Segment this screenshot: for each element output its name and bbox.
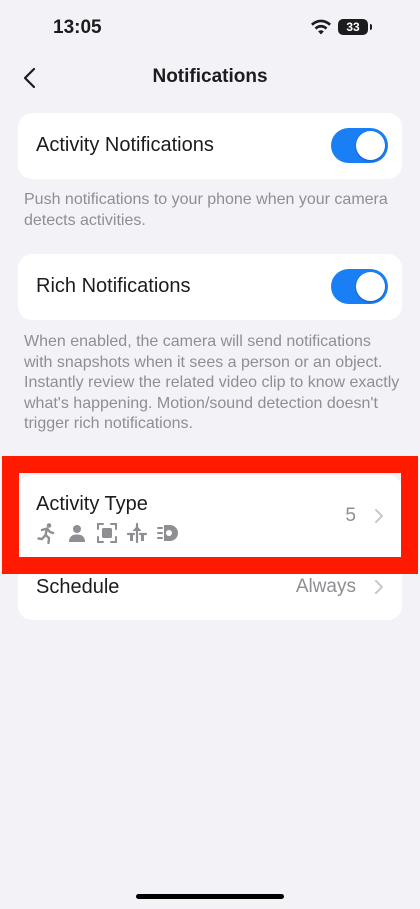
schedule-label: Schedule (36, 576, 120, 598)
status-bar: 13:05 33 (0, 0, 420, 56)
page-title: Notifications (152, 66, 268, 87)
activity-type-icons (36, 522, 178, 544)
chevron-right-icon (375, 509, 383, 523)
nav-bar: Notifications (0, 56, 420, 100)
schedule-value: Always (295, 576, 356, 597)
activity-notifications-help: Push notifications to your phone when yo… (24, 191, 388, 229)
activity-notifications-toggle[interactable] (331, 128, 388, 163)
sound-icon (157, 525, 178, 541)
battery-level: 33 (346, 20, 360, 34)
activity-settings-card: Activity Type 5 Schedule Always (18, 475, 402, 620)
rich-notifications-help: When enabled, the camera will send notif… (24, 333, 400, 432)
motion-icon (37, 523, 55, 544)
person-icon (69, 525, 85, 542)
toggle-knob (356, 272, 385, 301)
schedule-row[interactable]: Schedule Always (18, 558, 402, 620)
object-icon (97, 523, 117, 543)
wifi-icon (311, 19, 331, 35)
activity-type-row[interactable]: Activity Type 5 (18, 475, 402, 557)
activity-notifications-card: Activity Notifications (18, 113, 402, 179)
status-time: 13:05 (53, 17, 102, 38)
toggle-knob (356, 131, 385, 160)
activity-notifications-label: Activity Notifications (36, 134, 214, 156)
rich-notifications-label: Rich Notifications (36, 275, 191, 297)
chevron-right-icon (375, 580, 383, 594)
line-crossing-icon (126, 522, 148, 544)
activity-type-label: Activity Type (36, 493, 148, 515)
battery-icon: 33 (338, 19, 372, 35)
activity-type-count: 5 (345, 505, 356, 526)
rich-notifications-card: Rich Notifications (18, 254, 402, 320)
home-indicator (136, 894, 284, 899)
rich-notifications-toggle[interactable] (331, 269, 388, 304)
